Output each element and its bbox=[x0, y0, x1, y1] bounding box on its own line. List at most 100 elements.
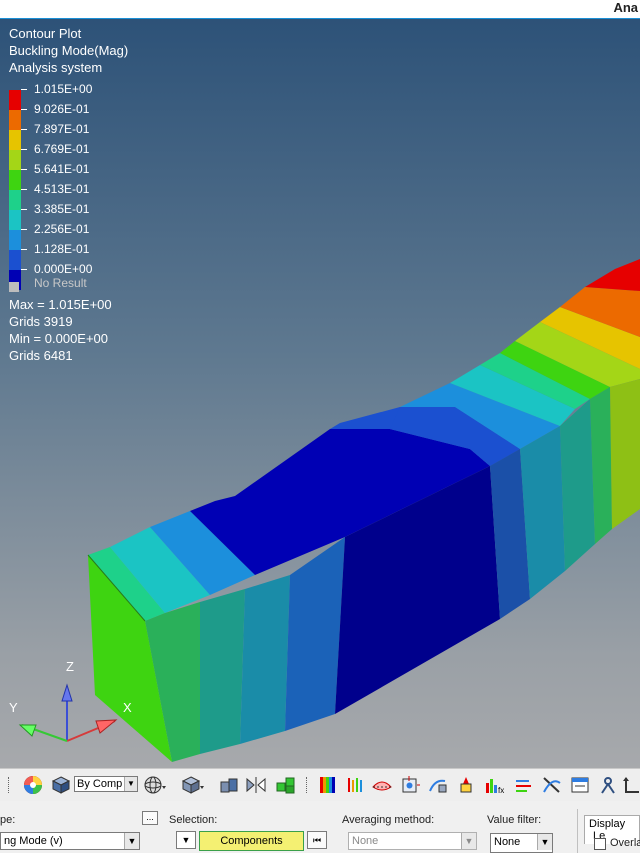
colorbar-segment bbox=[9, 230, 21, 250]
query-icon[interactable] bbox=[596, 773, 620, 797]
result-type-select[interactable]: ng Mode (v) ▼ bbox=[0, 832, 140, 850]
axis-y-label: Y bbox=[9, 700, 18, 715]
averaging-select[interactable]: None ▼ bbox=[348, 832, 477, 850]
selection-label: Selection: bbox=[169, 814, 218, 826]
max-value: Max = 1.015E+00 bbox=[9, 297, 112, 312]
colorbar-segment bbox=[9, 210, 21, 230]
legend-tick bbox=[21, 229, 27, 230]
legend-title: Contour Plot bbox=[9, 26, 82, 41]
colorbar-segment bbox=[9, 150, 21, 170]
green-cubes-icon[interactable] bbox=[274, 773, 298, 797]
components-selector[interactable]: Components bbox=[199, 831, 304, 851]
contour-icon[interactable] bbox=[316, 773, 340, 797]
color-mode-value: By Comp bbox=[77, 778, 123, 790]
measure-icon[interactable] bbox=[622, 773, 640, 797]
more-button[interactable]: ... bbox=[142, 811, 158, 825]
toolbar-separator bbox=[306, 777, 309, 793]
legend-value: 9.026E-01 bbox=[34, 102, 90, 116]
legend-system: Analysis system bbox=[9, 60, 103, 75]
legend-tick bbox=[21, 129, 27, 130]
legend-value: 5.641E-01 bbox=[34, 162, 90, 176]
side-band bbox=[200, 589, 245, 754]
tensor-cube-icon[interactable] bbox=[398, 773, 422, 797]
mirror-icon[interactable] bbox=[244, 773, 268, 797]
legend-value: 7.897E-01 bbox=[34, 122, 90, 136]
box-pair-icon[interactable] bbox=[218, 773, 240, 797]
value-filter-label: Value filter: bbox=[487, 814, 542, 826]
contour-panel: pe: ... ng Mode (v) ▼ Selection: ▼ Compo… bbox=[0, 801, 640, 853]
chevron-down-icon: ▼ bbox=[461, 833, 476, 849]
deformed-icon[interactable] bbox=[370, 773, 394, 797]
averaging-label: Averaging method: bbox=[342, 814, 435, 826]
axis-triad bbox=[18, 683, 118, 742]
legend-value: 2.256E-01 bbox=[34, 222, 90, 236]
legend-tick bbox=[21, 109, 27, 110]
wireframe-sphere-icon[interactable] bbox=[142, 773, 168, 797]
legend-tick bbox=[21, 269, 27, 270]
colorbar-segment bbox=[9, 190, 21, 210]
tab-display[interactable]: Display bbox=[589, 818, 625, 830]
selection-type-dropdown[interactable]: ▼ bbox=[176, 831, 196, 849]
svg-text:fx: fx bbox=[498, 786, 504, 795]
legend-tick bbox=[21, 189, 27, 190]
legend-value: 4.513E-01 bbox=[34, 182, 90, 196]
toolbar-separator bbox=[8, 777, 11, 793]
iso-contour-icon[interactable] bbox=[344, 773, 368, 797]
legend-tick bbox=[21, 169, 27, 170]
band bbox=[585, 259, 640, 291]
legend-value: 3.385E-01 bbox=[34, 202, 90, 216]
streamline-icon[interactable] bbox=[426, 773, 450, 797]
result-type-value: ng Mode (v) bbox=[4, 835, 63, 847]
value-filter-select[interactable]: None ▼ bbox=[490, 833, 553, 853]
min-grids: Grids 6481 bbox=[9, 348, 73, 363]
reset-selection-icon[interactable]: ⏮ bbox=[307, 831, 327, 849]
legend-value: 1.015E+00 bbox=[34, 82, 93, 96]
colorbar-segment bbox=[9, 170, 21, 190]
color-mode-select[interactable]: By Comp ▼ bbox=[74, 776, 138, 792]
min-value: Min = 0.000E+00 bbox=[9, 331, 109, 346]
contoured-beam-model[interactable] bbox=[0, 19, 640, 768]
title-bar: Ana bbox=[0, 0, 640, 19]
legend-tick bbox=[21, 89, 27, 90]
max-grids: Grids 3919 bbox=[9, 314, 73, 329]
overlay-checkbox[interactable] bbox=[594, 838, 606, 850]
result-type-label: pe: bbox=[0, 814, 16, 826]
legend-header: Contour Plot Buckling Mode(Mag) Analysis… bbox=[9, 25, 128, 76]
panel-divider bbox=[577, 809, 578, 853]
legend-tick bbox=[21, 149, 27, 150]
shaded-cube-icon[interactable] bbox=[50, 773, 72, 797]
legend-value: 0.000E+00 bbox=[34, 262, 93, 276]
shaded-box-icon[interactable] bbox=[180, 773, 206, 797]
overlay-label: Overla bbox=[610, 837, 640, 849]
legend-tick bbox=[21, 209, 27, 210]
colorbar-segment bbox=[9, 110, 21, 130]
colorbar-segment bbox=[9, 90, 21, 110]
value-filter-value: None bbox=[494, 836, 521, 848]
legend-value: 6.769E-01 bbox=[34, 142, 90, 156]
vector-icon[interactable] bbox=[512, 773, 536, 797]
graphics-viewport[interactable]: Contour Plot Buckling Mode(Mag) Analysis… bbox=[0, 19, 640, 768]
no-result-swatch bbox=[9, 282, 19, 292]
no-result-label: No Result bbox=[34, 276, 87, 290]
legend-value: 1.128E-01 bbox=[34, 242, 90, 256]
axis-z-label: Z bbox=[66, 659, 74, 674]
legend-tick bbox=[21, 249, 27, 250]
side-band bbox=[610, 379, 640, 529]
color-wheel-icon[interactable] bbox=[22, 773, 44, 797]
section-icon[interactable] bbox=[540, 773, 564, 797]
marker-icon[interactable] bbox=[454, 773, 478, 797]
post-toolbar: By Comp ▼ fx bbox=[0, 768, 640, 802]
side-band bbox=[560, 399, 595, 571]
axis-x-label: X bbox=[123, 700, 132, 715]
averaging-value: None bbox=[352, 835, 379, 847]
graph-icon[interactable]: fx bbox=[482, 773, 508, 797]
legend-result: Buckling Mode(Mag) bbox=[9, 43, 129, 58]
legend-colorbar bbox=[9, 90, 21, 290]
chevron-down-icon: ▼ bbox=[124, 833, 139, 849]
legend-stats: Max = 1.015E+00 Grids 3919 Min = 0.000E+… bbox=[9, 296, 112, 364]
window-title: Ana bbox=[613, 0, 638, 15]
colorbar-segment bbox=[9, 130, 21, 150]
colorbar-segment bbox=[9, 250, 21, 270]
side-band bbox=[240, 575, 290, 744]
notes-icon[interactable] bbox=[568, 773, 592, 797]
